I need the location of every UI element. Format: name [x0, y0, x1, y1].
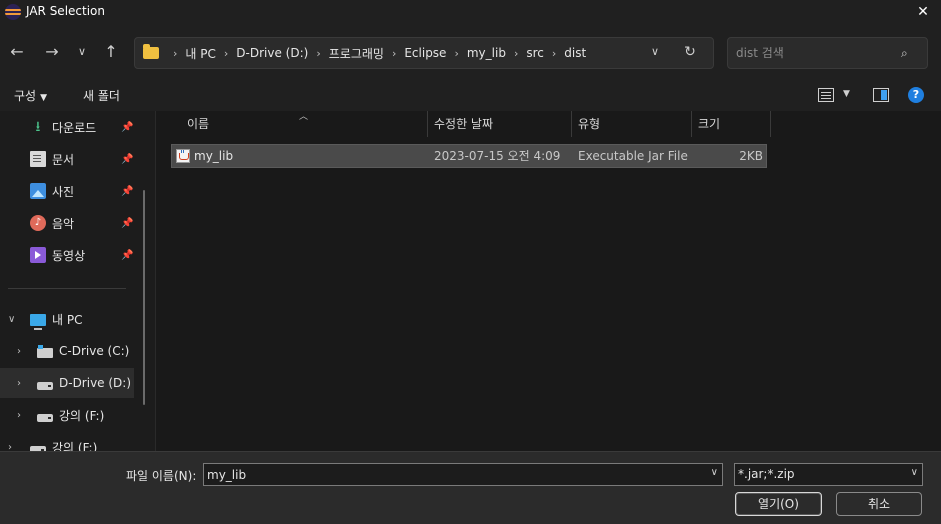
sidebar-item-d-drive[interactable]: › D-Drive (D:) — [0, 368, 134, 398]
chevron-right-icon[interactable]: › — [454, 47, 458, 60]
document-icon — [30, 151, 46, 167]
sidebar-item-c-drive[interactable]: › C-Drive (C:) — [0, 336, 134, 366]
breadcrumb-item[interactable]: D-Drive (D:) — [236, 46, 308, 60]
sidebar-item-f-drive[interactable]: › 강의 (F:) — [0, 400, 134, 430]
chevron-right-icon[interactable]: › — [224, 47, 228, 60]
column-header-type[interactable]: 유형 — [572, 111, 691, 137]
breadcrumb-item[interactable]: dist — [564, 46, 586, 60]
pin-icon: 📌 — [121, 217, 134, 229]
column-header-date[interactable]: 수정한 날짜 — [428, 111, 571, 137]
up-arrow-icon[interactable]: ↑ — [99, 40, 123, 64]
pin-icon: 📌 — [121, 185, 134, 197]
command-toolbar: 구성 ▼ 새 폴더 ▼ ? — [0, 80, 941, 111]
filename-combobox[interactable]: ∨ — [203, 463, 723, 486]
back-arrow-icon[interactable]: ← — [5, 40, 29, 64]
chevron-down-icon[interactable]: ∨ — [647, 45, 663, 61]
open-button[interactable]: 열기(O) — [735, 492, 822, 516]
breadcrumb-item[interactable]: Eclipse — [404, 46, 446, 60]
sidebar-item-music[interactable]: ♪ 음악 📌 — [0, 208, 134, 238]
sort-up-icon: ︿ — [299, 112, 309, 122]
dialog-footer: 파일 이름(N): ∨ *.jar;*.zip ∨ 열기(O) 취소 — [0, 451, 941, 524]
view-list-icon[interactable] — [818, 88, 834, 102]
filename-input[interactable] — [207, 467, 687, 483]
search-input[interactable] — [736, 44, 896, 62]
sidebar-item-videos[interactable]: 동영상 📌 — [0, 240, 134, 270]
sidebar-item-pictures[interactable]: 사진 📌 — [0, 176, 134, 206]
folder-icon — [143, 44, 159, 59]
chevron-right-icon[interactable]: › — [392, 47, 396, 60]
pin-icon: 📌 — [121, 153, 134, 165]
search-box[interactable]: ⌕ — [727, 37, 928, 69]
sidebar-item-documents[interactable]: 문서 📌 — [0, 144, 134, 174]
window-title: JAR Selection — [26, 4, 105, 18]
chevron-down-icon[interactable]: ∨ — [711, 467, 718, 478]
caret-down-icon: ▼ — [40, 93, 48, 103]
chevron-right-icon[interactable]: › — [552, 47, 556, 60]
sidebar-divider — [8, 288, 126, 289]
file-name: my_lib — [194, 149, 234, 163]
chevron-down-icon[interactable]: ∨ — [911, 467, 918, 478]
filename-label: 파일 이름(N): — [126, 469, 197, 483]
chevron-right-icon[interactable]: › — [17, 346, 21, 357]
address-bar[interactable]: › 내 PC › D-Drive (D:) › 프로그래밍 › Eclipse … — [134, 37, 714, 69]
column-separator[interactable] — [770, 111, 771, 137]
recent-locations-chevron-icon[interactable]: ∨ — [70, 40, 94, 64]
jar-file-icon — [176, 149, 190, 163]
breadcrumb-item[interactable]: src — [526, 46, 544, 60]
video-icon — [30, 247, 46, 263]
breadcrumb-item[interactable]: 내 PC — [185, 45, 215, 62]
chevron-right-icon[interactable]: › — [17, 378, 21, 389]
file-type: Executable Jar File — [578, 149, 688, 163]
organize-button[interactable]: 구성 ▼ — [14, 87, 47, 104]
preview-pane-icon[interactable] — [873, 88, 889, 102]
eclipse-icon — [5, 4, 21, 20]
sidebar-item-f-drive-network[interactable]: › 강의 (F:) — [0, 432, 134, 451]
download-icon: ⭳ — [35, 119, 41, 135]
file-size: 2KB — [739, 149, 763, 163]
column-header-size[interactable]: 크기 — [692, 111, 770, 137]
pin-icon: 📌 — [121, 249, 134, 261]
chevron-right-icon[interactable]: › — [173, 47, 177, 60]
drive-icon — [37, 414, 53, 422]
system-drive-icon — [37, 345, 53, 358]
computer-icon — [30, 314, 46, 330]
navigation-bar: ← → ∨ ↑ › 내 PC › D-Drive (D:) › 프로그래밍 › … — [0, 24, 941, 80]
picture-icon — [30, 183, 46, 199]
pin-icon: 📌 — [121, 121, 134, 133]
file-list[interactable]: 이름 ︿ 수정한 날짜 유형 크기 my_lib 2023-07-15 오전 4… — [156, 111, 941, 451]
breadcrumb-item[interactable]: my_lib — [467, 46, 506, 60]
navigation-pane[interactable]: ⭳ 다운로드 📌 문서 📌 사진 📌 ♪ 음악 📌 동영상 📌 ∨ 내 PC ›… — [0, 111, 155, 451]
refresh-icon[interactable]: ↻ — [681, 44, 699, 62]
close-icon[interactable]: ✕ — [913, 2, 933, 22]
chevron-right-icon[interactable]: › — [316, 47, 320, 60]
music-icon: ♪ — [30, 215, 46, 231]
sidebar-scrollbar[interactable] — [143, 190, 145, 405]
title-bar: JAR Selection ✕ — [0, 0, 941, 24]
chevron-right-icon[interactable]: › — [8, 442, 12, 452]
new-folder-button[interactable]: 새 폴더 — [83, 87, 120, 104]
chevron-right-icon[interactable]: › — [514, 47, 518, 60]
file-type-filter-select[interactable]: *.jar;*.zip ∨ — [734, 463, 923, 486]
chevron-down-icon[interactable]: ∨ — [8, 314, 15, 325]
cancel-button[interactable]: 취소 — [836, 492, 922, 516]
drive-icon — [37, 382, 53, 390]
organize-label: 구성 — [14, 89, 37, 103]
caret-down-icon[interactable]: ▼ — [843, 89, 850, 99]
sidebar-item-downloads[interactable]: ⭳ 다운로드 📌 — [0, 112, 134, 142]
breadcrumb-item[interactable]: 프로그래밍 — [329, 45, 384, 62]
search-icon[interactable]: ⌕ — [901, 46, 915, 60]
sidebar-item-this-pc[interactable]: ∨ 내 PC — [0, 304, 134, 334]
help-icon[interactable]: ? — [908, 87, 924, 103]
file-type-filter-value: *.jar;*.zip — [738, 467, 795, 481]
file-date: 2023-07-15 오전 4:09 — [434, 149, 561, 163]
chevron-right-icon[interactable]: › — [17, 410, 21, 421]
table-row[interactable]: my_lib 2023-07-15 오전 4:09 Executable Jar… — [171, 144, 767, 168]
forward-arrow-icon[interactable]: → — [40, 40, 64, 64]
